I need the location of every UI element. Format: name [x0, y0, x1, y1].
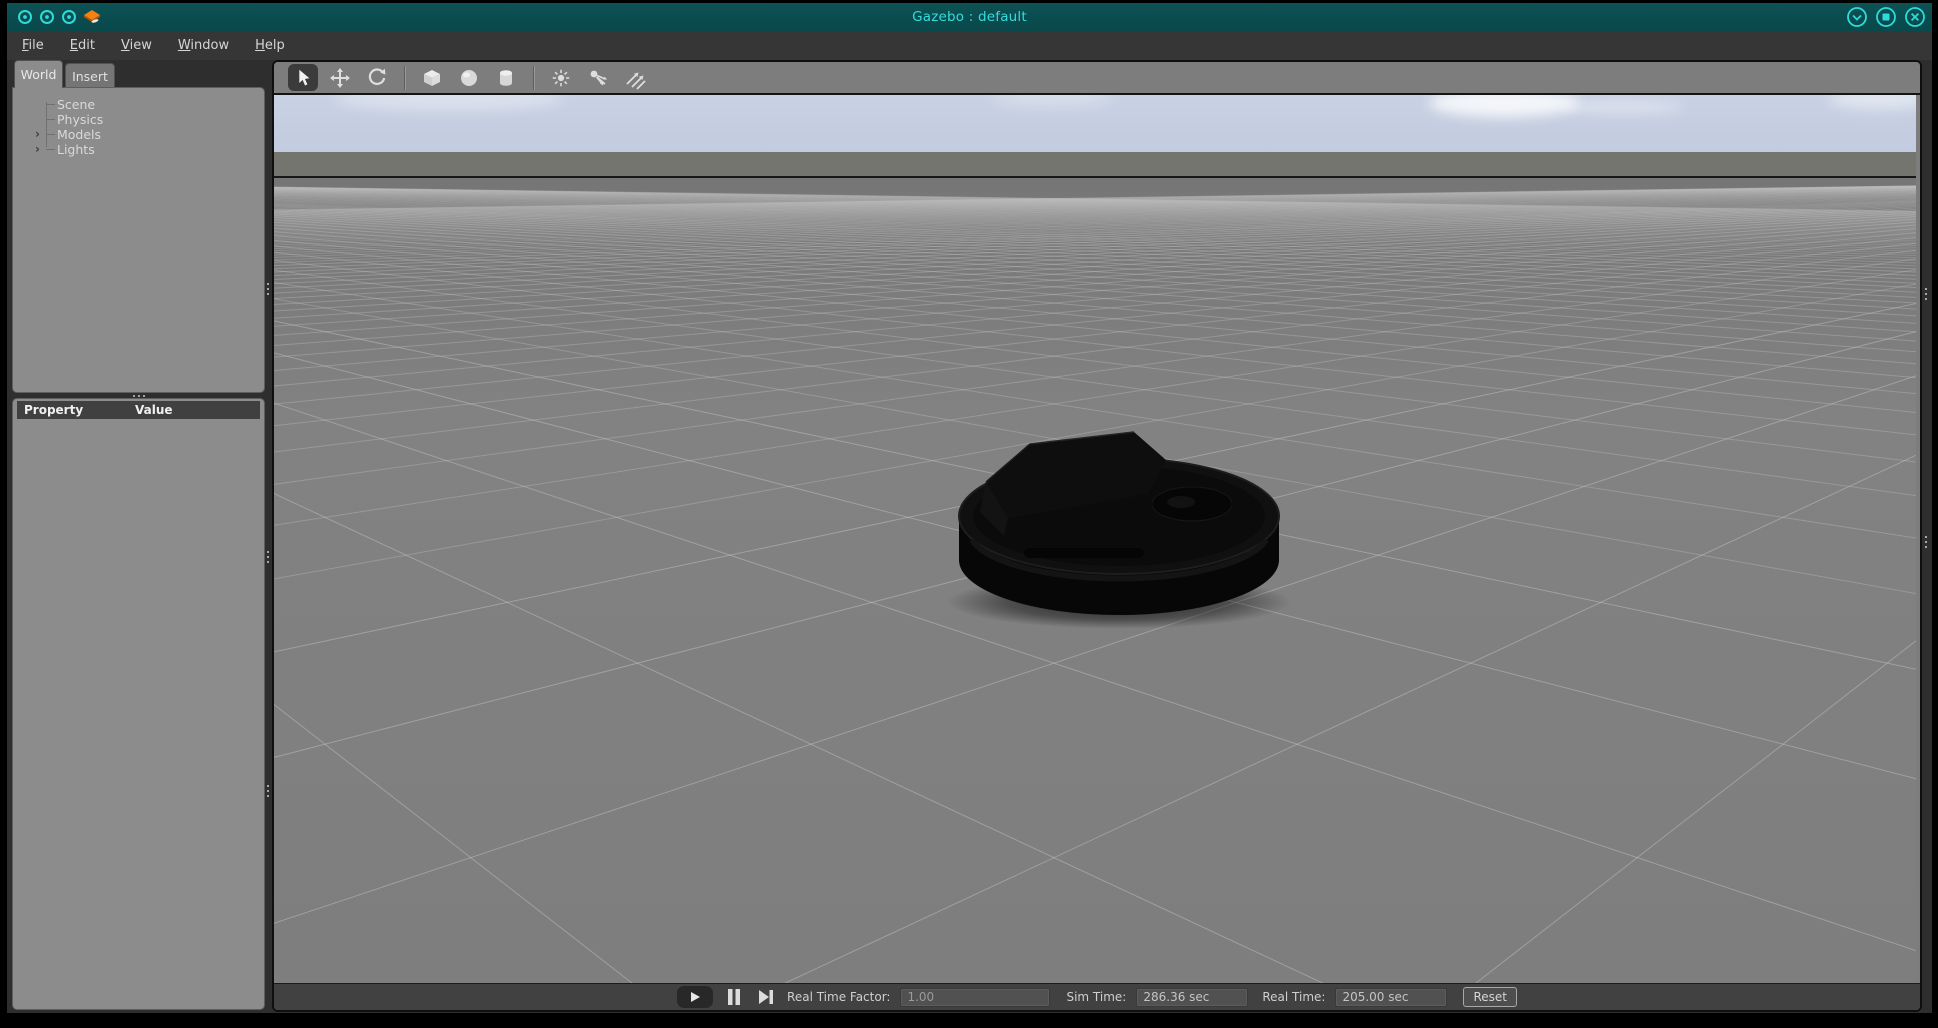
close-button[interactable] — [1904, 6, 1926, 28]
robot-model[interactable] — [934, 420, 1304, 635]
time-panel: Real Time Factor: 1.00 Sim Time: 286.36 … — [274, 983, 1920, 1010]
menu-window[interactable]: Window — [178, 38, 229, 53]
real-time-field[interactable]: 205.00 sec — [1335, 988, 1447, 1007]
gazebo-logo-icon — [83, 8, 101, 26]
titlebar-controls — [1846, 6, 1926, 28]
rotate-tool-icon[interactable] — [362, 64, 392, 91]
splitter-handle[interactable] — [1924, 536, 1928, 548]
tree-item-lights[interactable]: ›Lights — [13, 142, 264, 157]
spot-light-tool-icon[interactable] — [583, 64, 613, 91]
play-button[interactable] — [677, 986, 713, 1008]
menu-help[interactable]: Help — [255, 38, 285, 53]
pause-icon — [727, 989, 741, 1005]
select-tool-icon[interactable] — [288, 64, 318, 91]
maximize-button[interactable] — [1875, 6, 1897, 28]
real-time-label: Real Time: — [1262, 990, 1325, 1004]
pause-button[interactable] — [723, 986, 745, 1008]
tab-insert[interactable]: Insert — [65, 63, 115, 88]
column-value: Value — [135, 403, 173, 417]
workspace-ring-icon[interactable] — [61, 9, 77, 25]
property-panel: Property Value — [12, 398, 265, 1010]
world-tree: Scene Physics ›Models ›Lights — [13, 88, 264, 157]
translate-tool-icon[interactable] — [325, 64, 355, 91]
window-title: Gazebo : default — [7, 9, 1932, 25]
tree-item-physics[interactable]: Physics — [13, 112, 264, 127]
menu-edit[interactable]: Edit — [70, 38, 95, 53]
minimize-button[interactable] — [1846, 6, 1868, 28]
render-view-3d[interactable] — [274, 95, 1916, 983]
workspace-ring-icon[interactable] — [39, 9, 55, 25]
property-table-header: Property Value — [17, 401, 260, 419]
workspace-ring-icon[interactable] — [17, 9, 33, 25]
app-area: World Insert Scene Physics ›Models ›Ligh… — [7, 60, 1932, 1013]
splitter-handle[interactable] — [266, 785, 270, 797]
toolbar-separator — [404, 66, 405, 90]
render-viewport-panel: Real Time Factor: 1.00 Sim Time: 286.36 … — [272, 60, 1922, 1012]
point-light-tool-icon[interactable] — [546, 64, 576, 91]
real-time-factor-label: Real Time Factor: — [787, 990, 890, 1004]
sim-time-label: Sim Time: — [1066, 990, 1126, 1004]
directional-light-tool-icon[interactable] — [620, 64, 650, 91]
splitter-handle[interactable] — [266, 551, 270, 563]
tab-world[interactable]: World — [14, 60, 63, 88]
menu-view[interactable]: View — [121, 38, 152, 53]
real-time-factor-field[interactable]: 1.00 — [900, 988, 1050, 1007]
menu-file[interactable]: File — [22, 38, 44, 53]
reset-button[interactable]: Reset — [1463, 987, 1517, 1007]
play-icon — [689, 991, 701, 1003]
titlebar: Gazebo : default — [7, 3, 1932, 31]
tree-item-models[interactable]: ›Models — [13, 127, 264, 142]
sim-time-field[interactable]: 286.36 sec — [1136, 988, 1248, 1007]
titlebar-left-icons — [17, 3, 101, 31]
sphere-tool-icon[interactable] — [454, 64, 484, 91]
toolbar-separator — [533, 66, 534, 90]
render-toolbar — [274, 62, 1920, 95]
tree-item-scene[interactable]: Scene — [13, 97, 264, 112]
box-tool-icon[interactable] — [417, 64, 447, 91]
world-tree-panel: Scene Physics ›Models ›Lights — [12, 87, 265, 393]
gazebo-window: Gazebo : default File Edit View Window H… — [0, 0, 1938, 1028]
property-table-body — [17, 419, 260, 1005]
cylinder-tool-icon[interactable] — [491, 64, 521, 91]
step-icon — [758, 989, 774, 1005]
splitter-handle[interactable] — [266, 283, 270, 295]
splitter-handle[interactable] — [1924, 288, 1928, 300]
column-property: Property — [17, 403, 135, 417]
step-button[interactable] — [755, 986, 777, 1008]
menubar: File Edit View Window Help — [7, 31, 1932, 60]
